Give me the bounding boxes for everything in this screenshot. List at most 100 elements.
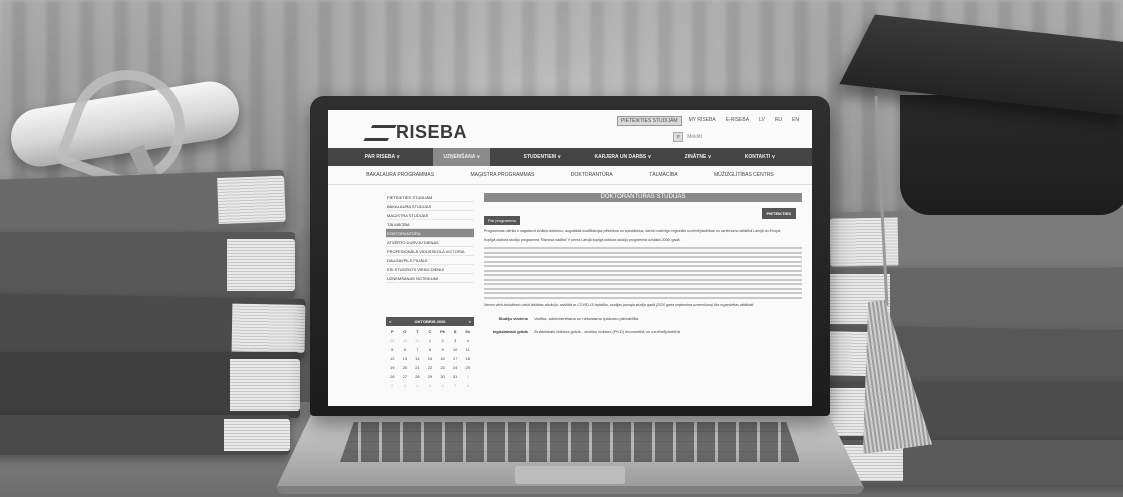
search-icon[interactable]: ⌕ bbox=[673, 132, 684, 142]
calendar-day[interactable]: 22 bbox=[424, 365, 437, 370]
laptop: RISEBA PIETEIKTIES STUDIJĀM MY RISEBA E-… bbox=[276, 96, 864, 497]
calendar-day[interactable]: 10 bbox=[449, 347, 462, 352]
nav-students[interactable]: STUDENTIEM ∨ bbox=[524, 154, 562, 160]
top-links: PIETEIKTIES STUDIJĀM MY RISEBA E-RISEBA … bbox=[616, 116, 802, 126]
text-line bbox=[484, 247, 802, 249]
lang-lv[interactable]: LV bbox=[756, 116, 768, 126]
calendar-day[interactable]: 27 bbox=[399, 374, 412, 379]
info-label: Iegūstamais grāds bbox=[492, 328, 528, 334]
sidebar-item-distance[interactable]: TĀLMĀCĪBA bbox=[386, 220, 474, 229]
calendar-day[interactable]: 1 bbox=[461, 374, 474, 379]
calendar-day[interactable]: 3 bbox=[449, 338, 462, 343]
calendar-day[interactable]: 2 bbox=[386, 383, 399, 388]
calendar-day[interactable]: 6 bbox=[399, 347, 412, 352]
calendar-day[interactable]: 31 bbox=[449, 374, 462, 379]
calendar-day[interactable]: 7 bbox=[411, 347, 424, 352]
calendar-next-button[interactable]: > bbox=[469, 319, 471, 324]
calendar-day[interactable]: 8 bbox=[461, 383, 474, 388]
subnav-bachelor[interactable]: BAKALAURA PROGRAMMAS bbox=[366, 172, 434, 178]
weekday: Pk bbox=[440, 329, 446, 334]
calendar-day[interactable]: 8 bbox=[424, 347, 437, 352]
calendar-day[interactable]: 28 bbox=[386, 338, 399, 343]
calendar-day[interactable]: 3 bbox=[399, 383, 412, 388]
riseba-logo[interactable]: RISEBA bbox=[363, 122, 467, 143]
calendar-day[interactable]: 12 bbox=[386, 356, 399, 361]
search-box[interactable]: ⌕ Meklēt bbox=[673, 132, 702, 142]
calendar-day[interactable]: 24 bbox=[449, 365, 462, 370]
calendar-month: OKTOBRIS 2020 bbox=[414, 319, 446, 324]
weekday: C bbox=[428, 329, 432, 334]
sidebar-item-doctoral[interactable]: DOKTORANTŪRA bbox=[386, 229, 474, 238]
calendar-day[interactable]: 13 bbox=[399, 356, 412, 361]
nav-science[interactable]: ZINĀTNE ∨ bbox=[685, 154, 712, 160]
calendar-day[interactable]: 5 bbox=[424, 383, 437, 388]
sidebar-item-open-days[interactable]: ATVĒRTO DURVJU DIENAS bbox=[386, 238, 474, 247]
sidebar-item-rules[interactable]: UZŅEMŠANAS NOTEIKUMI bbox=[386, 274, 474, 283]
calendar-day[interactable]: 26 bbox=[386, 374, 399, 379]
subnav-distance[interactable]: TĀLMĀCĪBA bbox=[649, 172, 677, 178]
sidebar-item-daugavpils[interactable]: DAUGAVPILS FILIĀLE bbox=[386, 256, 474, 265]
calendar-day[interactable]: 21 bbox=[411, 365, 424, 370]
calendar-day[interactable]: 17 bbox=[449, 356, 462, 361]
calendar-day[interactable]: 5 bbox=[386, 347, 399, 352]
calendar-day[interactable]: 29 bbox=[399, 338, 412, 343]
apply-button[interactable]: PIETEIKTIES bbox=[761, 208, 796, 219]
calendar-day[interactable]: 29 bbox=[424, 374, 437, 379]
calendar-day[interactable]: 2 bbox=[436, 338, 449, 343]
top-link-e-riseba[interactable]: E-RISEBA bbox=[723, 116, 752, 126]
laptop-screen: RISEBA PIETEIKTIES STUDIJĀM MY RISEBA E-… bbox=[328, 110, 812, 406]
calendar-day[interactable]: 19 bbox=[386, 365, 399, 370]
sidebar-item-master[interactable]: MAĢISTRA STUDIJAS bbox=[386, 211, 474, 220]
info-value: Vadība, administrēšana un nekustamo īpaš… bbox=[534, 315, 639, 321]
text-line bbox=[484, 287, 802, 290]
calendar-day[interactable]: 4 bbox=[461, 338, 474, 343]
calendar-day[interactable]: 9 bbox=[436, 347, 449, 352]
calendar-day[interactable]: 7 bbox=[449, 383, 462, 388]
nav-contacts[interactable]: KONTAKTI ∨ bbox=[745, 154, 776, 160]
subnav-lifelong[interactable]: MŪŽIZGLĪTĪBAS CENTRS bbox=[714, 172, 774, 178]
calendar-day[interactable]: 1 bbox=[424, 338, 437, 343]
main-nav: PAR RISEBA ∨ UZŅEMŠANA ∨ STUDENTIEM ∨ KA… bbox=[328, 148, 812, 166]
calendar-day[interactable]: 18 bbox=[461, 356, 474, 361]
sidebar-item-victoria[interactable]: PROFESIONĀLĀ VIDUSSKOLA VICTORIA bbox=[386, 247, 474, 256]
text-line bbox=[484, 251, 802, 254]
top-link-my-riseba[interactable]: MY RISEBA bbox=[686, 116, 719, 126]
calendar-day[interactable]: 11 bbox=[461, 347, 474, 352]
calendar-day[interactable]: 15 bbox=[424, 356, 437, 361]
lang-ru[interactable]: RU bbox=[772, 116, 785, 126]
laptop-touchpad bbox=[515, 466, 625, 484]
nav-admission[interactable]: UZŅEMŠANA ∨ bbox=[433, 148, 491, 166]
calendar-day[interactable]: 4 bbox=[411, 383, 424, 388]
calendar-day[interactable]: 28 bbox=[411, 374, 424, 379]
sidebar-item-student-day[interactable]: ESI STUDENTS VIENU DIENU! bbox=[386, 265, 474, 274]
calendar-day[interactable]: 6 bbox=[436, 383, 449, 388]
right-book-1 bbox=[829, 207, 1123, 273]
site-header: RISEBA PIETEIKTIES STUDIJĀM MY RISEBA E-… bbox=[328, 110, 812, 148]
info-row: Studiju virziens Vadība, administrēšana … bbox=[484, 316, 802, 321]
calendar-day[interactable]: 30 bbox=[436, 374, 449, 379]
calendar-prev-button[interactable]: < bbox=[389, 319, 391, 324]
calendar-day[interactable]: 23 bbox=[436, 365, 449, 370]
calendar-day[interactable]: 30 bbox=[411, 338, 424, 343]
text-line bbox=[484, 278, 802, 281]
calendar-day[interactable]: 14 bbox=[411, 356, 424, 361]
calendar-day[interactable]: 16 bbox=[436, 356, 449, 361]
subnav-master[interactable]: MAĢISTRA PROGRAMMAS bbox=[471, 172, 535, 178]
sidebar: PIETEIKTIES STUDIJĀM BAKALAURA STUDIJAS … bbox=[386, 193, 474, 388]
graduation-cap-base bbox=[900, 95, 1123, 215]
lang-en[interactable]: EN bbox=[789, 116, 802, 126]
calendar-day[interactable]: 20 bbox=[399, 365, 412, 370]
calendar-header: < OKTOBRIS 2020 > bbox=[386, 317, 474, 326]
top-link-apply[interactable]: PIETEIKTIES STUDIJĀM bbox=[616, 116, 682, 126]
text-line bbox=[484, 292, 802, 294]
subnav-doctoral[interactable]: DOKTORANTŪRA bbox=[571, 172, 613, 178]
page-title: DOKTORANTŪRAS STUDIJAS bbox=[484, 193, 802, 202]
calendar-day[interactable]: 25 bbox=[461, 365, 474, 370]
about-program-tab[interactable]: Par programmu bbox=[484, 216, 520, 225]
nav-about[interactable]: PAR RISEBA ∨ bbox=[365, 154, 400, 160]
nav-career[interactable]: KARJERA UN DARBS ∨ bbox=[594, 154, 651, 160]
sidebar-item-apply[interactable]: PIETEIKTIES STUDIJĀM bbox=[386, 193, 474, 202]
laptop-lid: RISEBA PIETEIKTIES STUDIJĀM MY RISEBA E-… bbox=[310, 96, 830, 416]
sidebar-item-bachelor[interactable]: BAKALAURA STUDIJAS bbox=[386, 202, 474, 211]
weekday: O bbox=[403, 329, 407, 334]
